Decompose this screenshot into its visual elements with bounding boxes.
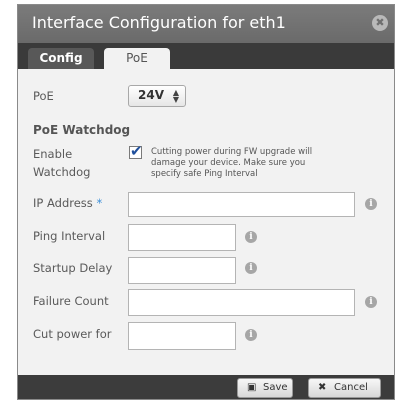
info-icon[interactable]: i	[365, 296, 377, 308]
cut-power-for-label: Cut power for	[33, 327, 112, 341]
tab-poe[interactable]: PoE	[104, 48, 170, 69]
enable-watchdog-checkbox[interactable]: ✔	[129, 142, 143, 160]
save-icon: ▣	[247, 382, 257, 393]
cancel-button-label: Cancel	[334, 382, 368, 393]
tab-config[interactable]: Config	[28, 48, 94, 69]
startup-delay-input[interactable]	[128, 257, 236, 284]
warning-note-line: specify safe Ping Interval	[151, 169, 258, 179]
poe-voltage-value: 24V	[138, 88, 164, 102]
enable-watchdog-label-line1: Enable	[33, 147, 73, 161]
ip-address-input[interactable]	[128, 192, 355, 217]
failure-count-input[interactable]	[128, 289, 355, 316]
info-icon[interactable]: i	[245, 262, 257, 274]
poe-label: PoE	[33, 89, 54, 103]
enable-watchdog-label-line2: Watchdog	[33, 165, 91, 179]
interface-config-dialog: Interface Configuration for eth1 ✖ Confi…	[17, 4, 395, 400]
ping-interval-label: Ping Interval	[33, 229, 106, 243]
ip-address-label: IP Address *	[33, 194, 102, 212]
updown-arrow-icon: ▲ ▼	[172, 88, 179, 104]
cancel-button[interactable]: ✖ Cancel	[308, 378, 381, 398]
save-button-label: Save	[263, 382, 288, 393]
dialog-footer: ▣ Save ✖ Cancel	[18, 375, 394, 399]
checkmark-icon: ✔	[130, 142, 143, 160]
poe-watchdog-title: PoE Watchdog	[33, 123, 131, 137]
info-icon[interactable]: i	[245, 231, 257, 243]
warning-note-line: Cutting power during FW upgrade will	[151, 147, 313, 157]
ip-address-label-text: IP Address	[33, 196, 93, 210]
tab-bar: Config PoE	[18, 43, 394, 69]
warning-note-line: damage your device. Make sure you	[151, 158, 306, 168]
dialog-title: Interface Configuration for eth1	[32, 13, 286, 32]
required-mark: *	[96, 196, 103, 210]
ping-interval-input[interactable]	[128, 224, 236, 251]
info-icon[interactable]: i	[365, 198, 377, 210]
save-button[interactable]: ▣ Save	[237, 378, 293, 398]
cut-power-for-input[interactable]	[128, 322, 236, 350]
failure-count-label: Failure Count	[33, 294, 109, 308]
info-icon[interactable]: i	[245, 329, 257, 341]
dialog-titlebar[interactable]: Interface Configuration for eth1 ✖	[18, 5, 394, 43]
poe-voltage-select[interactable]: 24V ▲ ▼	[128, 85, 186, 107]
close-icon[interactable]: ✖	[372, 15, 388, 31]
x-icon: ✖	[318, 382, 327, 393]
startup-delay-label: Startup Delay	[33, 261, 113, 275]
watchdog-warning-note: Cutting power during FW upgrade will dam…	[151, 147, 351, 180]
